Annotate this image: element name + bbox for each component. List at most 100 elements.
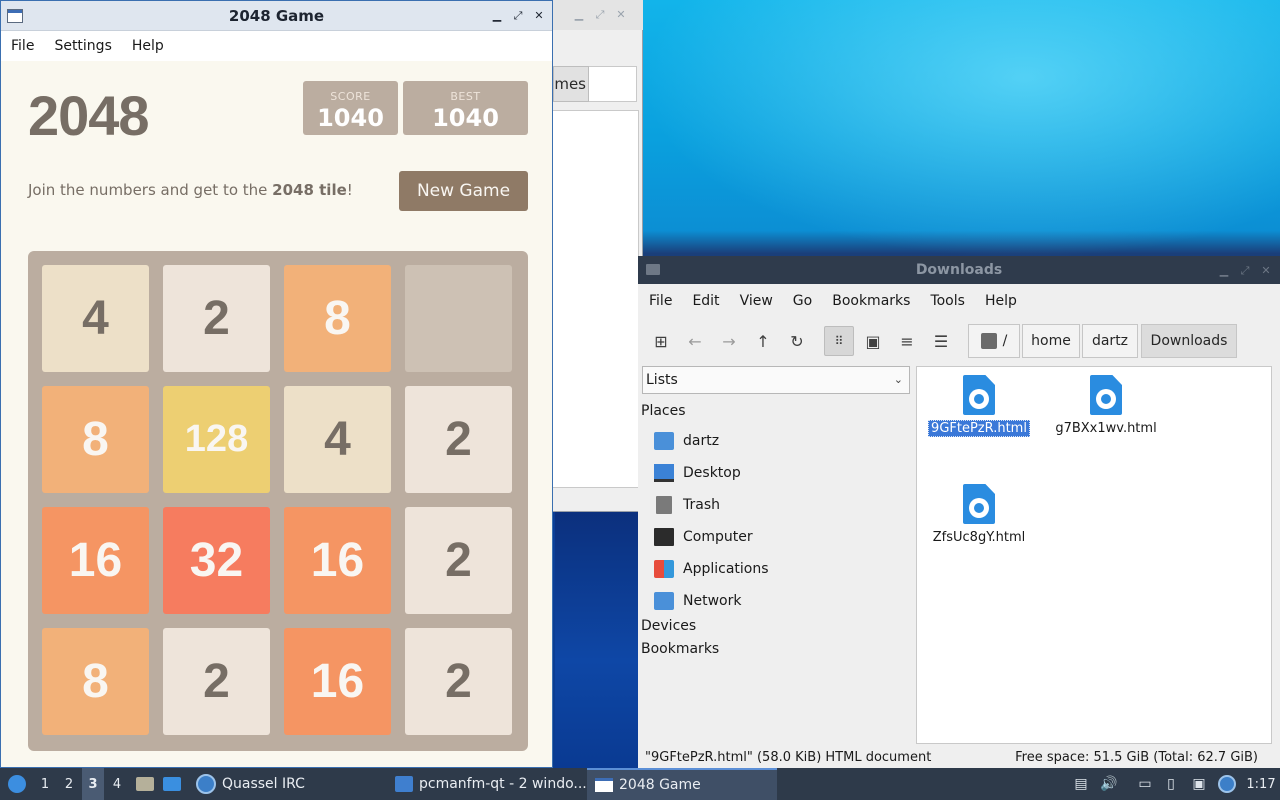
minimize-icon[interactable]: ▁ <box>491 10 503 22</box>
place-item-applications[interactable]: Applications <box>654 557 769 581</box>
window-app-icon <box>7 9 23 23</box>
background-window-titlebar[interactable]: ▁ ⤢ ✕ <box>553 0 643 30</box>
side-pane: Lists ⌄ Places dartz Desktop Trash Compu… <box>638 366 914 746</box>
forward-arrow-icon[interactable]: → <box>714 326 744 356</box>
taskbar: 1 2 3 4 Quassel IRC pcmanfm-qt - 2 windo… <box>0 768 1280 800</box>
desktop-switch-1[interactable]: 1 <box>34 768 56 800</box>
network-status-icon[interactable]: ▭ <box>1134 768 1156 800</box>
window-app-icon <box>646 264 660 275</box>
show-desktop-button[interactable] <box>160 768 184 800</box>
bookmarks-header[interactable]: Bookmarks <box>641 641 719 657</box>
place-item-trash[interactable]: Trash <box>654 493 720 517</box>
back-arrow-icon[interactable]: ← <box>680 326 710 356</box>
minimize-icon[interactable]: ▁ <box>1218 265 1230 277</box>
task-label: pcmanfm-qt - 2 windo... <box>419 776 587 792</box>
close-icon[interactable]: ✕ <box>615 9 627 21</box>
icon-view-icon[interactable]: ⠿ <box>824 326 854 356</box>
intro-text-end: ! <box>346 181 353 199</box>
file-manager-window[interactable]: Downloads ▁ ⤢ ✕ File Edit View Go Bookma… <box>638 256 1280 768</box>
task-quassel-irc[interactable]: Quassel IRC <box>188 768 313 800</box>
side-pane-mode-select[interactable]: Lists ⌄ <box>642 366 910 394</box>
maximize-icon[interactable]: ⤢ <box>1239 265 1251 277</box>
place-item-computer[interactable]: Computer <box>654 525 753 549</box>
file-manager-toolbar: ⊞ ← → ↑ ↻ ⠿ ▣ ≡ ☰ / home dartz Downloads <box>638 320 1280 360</box>
quassel-tray-icon[interactable] <box>1216 768 1238 800</box>
task-2048-game[interactable]: 2048 Game <box>587 768 777 800</box>
place-item-dartz[interactable]: dartz <box>654 429 719 453</box>
network-icon <box>654 592 674 610</box>
menu-go[interactable]: Go <box>793 293 812 309</box>
thumbnail-view-icon[interactable]: ▣ <box>858 326 888 356</box>
game-window-title: 2048 Game <box>228 6 325 25</box>
menu-help[interactable]: Help <box>132 38 164 54</box>
path-home-button[interactable]: home <box>1022 324 1080 358</box>
detailed-list-view-icon[interactable]: ☰ <box>926 326 956 356</box>
file-item[interactable]: 9GFtePzR.html <box>919 375 1039 437</box>
tile-8: 8 <box>42 628 149 735</box>
game-window[interactable]: 2048 Game ▁ ⤢ ✕ File Settings Help 2048 … <box>0 0 553 768</box>
removable-media-icon[interactable]: ▤ <box>1070 768 1092 800</box>
trash-icon <box>656 496 672 514</box>
volume-icon[interactable]: 🔊 <box>1098 768 1120 800</box>
menu-settings[interactable]: Settings <box>54 38 111 54</box>
status-bar: "9GFtePzR.html" (58.0 KiB) HTML document… <box>638 746 1280 768</box>
game-titlebar[interactable]: 2048 Game ▁ ⤢ ✕ <box>1 1 552 31</box>
menu-view[interactable]: View <box>740 293 773 309</box>
intro-text-bold: 2048 tile <box>272 181 347 199</box>
lxqt-logo-icon <box>8 775 26 793</box>
task-label: Quassel IRC <box>222 776 305 792</box>
path-dartz-button[interactable]: dartz <box>1082 324 1138 358</box>
desktop-switch-4[interactable]: 4 <box>106 768 128 800</box>
reload-icon[interactable]: ↻ <box>782 326 812 356</box>
chevron-down-icon: ⌄ <box>893 373 903 386</box>
desktop-switch-2[interactable]: 2 <box>58 768 80 800</box>
place-item-desktop[interactable]: Desktop <box>654 461 741 485</box>
tile-32: 32 <box>163 507 270 614</box>
menu-help[interactable]: Help <box>985 293 1017 309</box>
tile-8: 8 <box>42 386 149 493</box>
folder-icon <box>136 777 154 791</box>
game-board[interactable]: 4 2 8 8 128 4 2 16 32 16 2 8 2 16 2 <box>28 251 528 751</box>
file-name: 9GFtePzR.html <box>928 420 1030 437</box>
background-file-manager-window[interactable]: ▁ ⤢ ✕ mes <box>553 0 643 512</box>
clock[interactable]: 1:17 <box>1246 768 1276 800</box>
menu-tools[interactable]: Tools <box>930 293 965 309</box>
intro-text-start: Join the numbers and get to the <box>28 181 273 199</box>
menu-file[interactable]: File <box>649 293 672 309</box>
menu-bookmarks[interactable]: Bookmarks <box>832 293 910 309</box>
desktop-switch-3[interactable]: 3 <box>82 768 104 800</box>
file-manager-title: Downloads <box>915 262 1003 278</box>
menu-edit[interactable]: Edit <box>692 293 719 309</box>
place-label: Computer <box>683 529 753 545</box>
maximize-icon[interactable]: ⤢ <box>594 9 606 21</box>
compact-view-icon[interactable]: ≡ <box>892 326 922 356</box>
devices-header[interactable]: Devices <box>641 618 696 634</box>
close-icon[interactable]: ✕ <box>1260 265 1272 277</box>
status-selection-info: "9GFtePzR.html" (58.0 KiB) HTML document <box>645 749 932 765</box>
place-item-network[interactable]: Network <box>654 589 741 613</box>
minimize-icon[interactable]: ▁ <box>573 9 585 21</box>
places-header[interactable]: Places <box>641 403 686 419</box>
file-manager-launcher[interactable] <box>134 768 156 800</box>
file-list-view[interactable]: 9GFtePzR.html g7BXx1wv.html ZfsUc8gY.htm… <box>916 366 1272 744</box>
file-manager-titlebar[interactable]: Downloads ▁ ⤢ ✕ <box>638 256 1280 284</box>
task-pcmanfm[interactable]: pcmanfm-qt - 2 windo... <box>387 768 595 800</box>
file-item[interactable]: g7BXx1wv.html <box>1046 375 1166 436</box>
file-name: ZfsUc8gY.html <box>932 530 1026 545</box>
menu-file[interactable]: File <box>11 38 34 54</box>
background-tab[interactable]: mes <box>553 66 589 102</box>
file-item[interactable]: ZfsUc8gY.html <box>919 484 1039 545</box>
maximize-icon[interactable]: ⤢ <box>512 10 524 22</box>
path-root-button[interactable]: / <box>968 324 1020 358</box>
clipboard-icon[interactable]: ▯ <box>1160 768 1182 800</box>
close-icon[interactable]: ✕ <box>533 10 545 22</box>
score-value: 1040 <box>317 104 384 132</box>
new-tab-icon[interactable]: ⊞ <box>646 326 676 356</box>
best-box: BEST 1040 <box>403 81 528 135</box>
path-downloads-button[interactable]: Downloads <box>1141 324 1237 358</box>
new-game-button[interactable]: New Game <box>399 171 528 211</box>
notification-icon[interactable]: ▣ <box>1188 768 1210 800</box>
tile-128: 128 <box>163 386 270 493</box>
start-menu-button[interactable] <box>4 768 30 800</box>
up-arrow-icon[interactable]: ↑ <box>748 326 778 356</box>
